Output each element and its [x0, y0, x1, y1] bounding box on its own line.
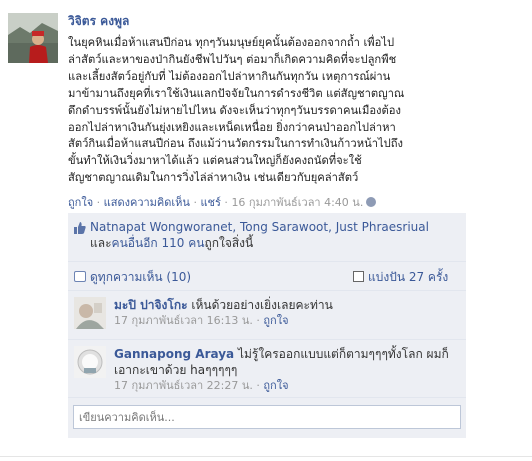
post-text-line: ดึกดำบรรพ์นั้นยังไม่หายไปไหน ดังจะเห็นว่…: [68, 103, 401, 117]
globe-icon: [366, 197, 377, 207]
post-text-line: สัญชาตญาณเดิมในการวิ่งไล่ล่าหาเงิน เช่นเ…: [68, 171, 359, 185]
post-text: ในยุคหินเมื่อห้าแสนปีก่อน ทุกๆวันมนุษย์ย…: [68, 35, 473, 187]
post-text-line: และเลี้ยงสัตว์อยู่กับที่ ไม่ต้องออกไปล่า…: [68, 69, 391, 83]
comment-input-row: [68, 398, 466, 438]
comment-item: มะปิ ปาจิงโกะ เห็นด้วยอย่างเยิ่งเลยคะท่า…: [68, 291, 466, 340]
comment-meta: 17 กุมภาพันธ์เวลา 16:13 น. · ถูกใจ: [114, 314, 289, 327]
divider: [0, 456, 532, 457]
share-icon: [353, 271, 364, 282]
post-text-line: สัตว์กินเมื่อห้าแสนปีก่อน ถึงแม้ว่านวัตก…: [68, 137, 403, 151]
feedback-panel: Natnapat Wongworanet, Tong Sarawoot, Jus…: [68, 213, 466, 438]
comment-bubble-icon: [74, 271, 86, 282]
comment-body: มะปิ ปาจิงโกะ เห็นด้วยอย่างเยิ่งเลยคะท่า…: [114, 297, 454, 329]
comment-timestamp[interactable]: 17 กุมภาพันธ์เวลา 22:27 น.: [114, 379, 253, 392]
post-text-line: ล่าสัตว์และหาของป่ากินยังชีพไปวันๆ ต่อมา…: [68, 52, 397, 66]
author-avatar[interactable]: [8, 13, 58, 63]
shares-count-link[interactable]: แบ่งปัน 27 ครั้ง: [368, 268, 448, 287]
likes-and: และ: [90, 236, 112, 250]
likes-row: Natnapat Wongworanet, Tong Sarawoot, Jus…: [68, 213, 466, 262]
comment-timestamp[interactable]: 17 กุมภาพันธ์เวลา 16:13 น.: [114, 314, 253, 327]
liker-names[interactable]: Natnapat Wongworanet, Tong Sarawoot, Jus…: [90, 220, 429, 234]
commenter-avatar[interactable]: [74, 346, 106, 378]
like-link[interactable]: ถูกใจ: [68, 196, 93, 209]
likes-others-link[interactable]: คนอื่นอีก 110 คน: [112, 236, 205, 250]
comment-author[interactable]: Gannapong Araya: [114, 347, 234, 361]
post-text-line: ขั้นทำให้เงินวิ่งมาหาได้แล้ว แต่คนส่วนให…: [68, 154, 362, 168]
post-text-line: ในยุคหินเมื่อห้าแสนปีก่อน ทุกๆวันมนุษย์ย…: [68, 36, 395, 49]
comment-link[interactable]: แสดงความคิดเห็น: [104, 196, 190, 209]
comment-input[interactable]: [73, 405, 461, 429]
comment-meta: 17 กุมภาพันธ์เวลา 22:27 น. · ถูกใจ: [114, 379, 289, 392]
post-author[interactable]: วิจิตร คงพูล: [68, 12, 129, 31]
comment-body: Gannapong Araya ไม่รู้ใครออกแบบแต่ก็ตามๆ…: [114, 346, 454, 394]
comment-text: เห็นด้วยอย่างเยิ่งเลยคะท่าน: [187, 298, 333, 312]
likes-summary: Natnapat Wongworanet, Tong Sarawoot, Jus…: [90, 219, 450, 251]
commenter-avatar[interactable]: [74, 297, 106, 329]
share-link[interactable]: แชร์: [200, 196, 220, 209]
post-timestamp[interactable]: 16 กุมภาพันธ์เวลา 4:40 น.: [231, 196, 363, 209]
view-comments-row: ดูทุกความเห็น (10) แบ่งปัน 27 ครั้ง: [68, 262, 466, 291]
post-text-line: ออกไปล่าหาเงินกันยุ่งเหยิงและเหน็ดเหนื่อ…: [68, 120, 396, 134]
view-all-comments-link[interactable]: ดูทุกความเห็น (10): [90, 268, 191, 287]
post-actions: ถูกใจ · แสดงความคิดเห็น · แชร์ · 16 กุมภ…: [68, 193, 377, 211]
separator: ·: [220, 196, 232, 209]
comment-like-link[interactable]: ถูกใจ: [263, 379, 288, 392]
comment-item: Gannapong Araya ไม่รู้ใครออกแบบแต่ก็ตามๆ…: [68, 340, 466, 398]
separator: ·: [189, 196, 201, 209]
separator: ·: [93, 196, 104, 209]
post-text-line: มาข้ามานถึงยุคที่เราใช้เงินแลกปัจจัยในกา…: [68, 86, 405, 100]
comment-like-link[interactable]: ถูกใจ: [263, 314, 288, 327]
thumbs-up-icon: [74, 222, 86, 234]
likes-suffix: ถูกใจสิ่งนี้: [204, 236, 254, 250]
comment-author[interactable]: มะปิ ปาจิงโกะ: [114, 298, 188, 312]
